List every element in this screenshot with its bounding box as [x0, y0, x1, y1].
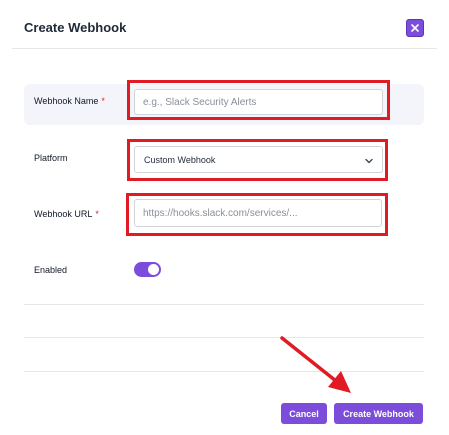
divider: [24, 371, 424, 372]
dialog-header: Create Webhook: [0, 0, 449, 52]
platform-selected-value: Custom Webhook: [144, 155, 216, 165]
create-webhook-button[interactable]: Create Webhook: [334, 403, 423, 424]
platform-label: Platform: [34, 153, 68, 163]
webhook-url-label: Webhook URL *: [34, 209, 99, 219]
dialog-title: Create Webhook: [24, 20, 127, 35]
required-mark: *: [95, 209, 99, 219]
webhook-url-input[interactable]: [134, 199, 382, 227]
cancel-button[interactable]: Cancel: [281, 403, 327, 424]
toggle-knob: [148, 264, 159, 275]
enabled-toggle[interactable]: [134, 262, 161, 277]
webhook-name-input[interactable]: [134, 89, 383, 115]
webhook-name-label: Webhook Name *: [34, 96, 105, 106]
chevron-down-icon: [365, 158, 373, 164]
header-divider: [12, 48, 437, 49]
close-icon: [411, 24, 419, 32]
required-mark: *: [101, 96, 105, 106]
divider: [24, 304, 424, 305]
close-button[interactable]: [406, 19, 424, 37]
create-webhook-dialog: Create Webhook Webhook Name* Platform Cu…: [0, 0, 449, 435]
divider: [24, 337, 424, 338]
platform-select[interactable]: Custom Webhook: [134, 146, 383, 173]
enabled-label: Enabled: [34, 265, 68, 275]
